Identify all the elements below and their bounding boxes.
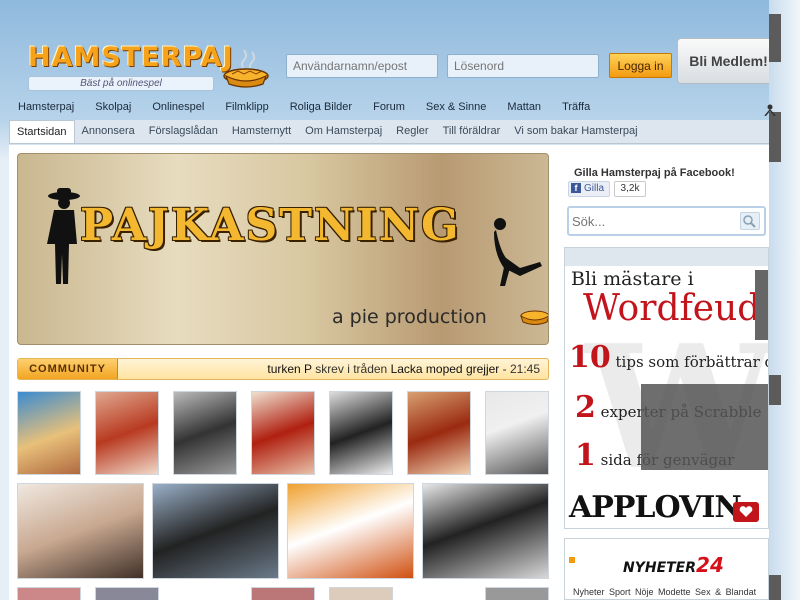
logo-text: HAMSTERPAJ — [28, 42, 234, 73]
ticker-thread[interactable]: Lacka moped grejjer — [391, 362, 500, 376]
pinup-silhouette-icon — [494, 218, 542, 286]
avatar[interactable] — [173, 391, 237, 475]
avatar[interactable] — [329, 391, 393, 475]
ad-line-2: Wordfeud — [583, 288, 761, 329]
pie-icon — [223, 49, 269, 88]
avatar[interactable] — [17, 587, 81, 600]
avatar[interactable] — [95, 391, 159, 475]
scroll-marker — [769, 112, 781, 162]
avatar[interactable] — [251, 587, 315, 600]
ad-brand: APPLOVIN — [569, 490, 742, 525]
wordfeud-ad[interactable]: W Bli mästare i Wordfeud 10 tips som för… — [564, 247, 769, 529]
news-logo-prefix: NYHETER — [623, 560, 697, 576]
avatar[interactable] — [485, 391, 549, 475]
ad-topbar — [565, 248, 768, 266]
sidebar: Gilla Hamsterpaj på Facebook! f Gilla 3,2… — [564, 145, 769, 600]
avatar[interactable] — [329, 587, 393, 600]
avatar[interactable] — [485, 587, 549, 600]
heart-icon — [733, 502, 759, 522]
scroll-marker — [769, 375, 781, 405]
nyheter24-widget[interactable]: NYHETER24 Nyheter Sport Nöje Modette Sex… — [564, 538, 769, 600]
ticker-time: - 21:45 — [502, 362, 540, 376]
avatar[interactable] — [17, 391, 81, 475]
community-label: COMMUNITY — [18, 359, 118, 379]
tab-forslagsladan[interactable]: Förslagslådan — [142, 120, 225, 143]
nav-item-forum[interactable]: Forum — [373, 96, 405, 118]
nav-item-sex-sinne[interactable]: Sex & Sinne — [426, 96, 487, 118]
main-nav: Hamsterpaj Skolpaj Onlinespel Filmklipp … — [0, 96, 800, 118]
search-box — [567, 206, 766, 236]
ad-line-1: Bli mästare i — [571, 268, 694, 290]
person-icon — [764, 104, 776, 116]
username-input[interactable] — [286, 54, 438, 78]
promo-banner[interactable]: PAJKASTNING a pie production — [17, 153, 549, 345]
search-icon — [743, 215, 756, 228]
top-header: HAMSTERPAJ Bäst på onlinespel Logga in B… — [0, 0, 800, 95]
avatar[interactable] — [407, 391, 471, 475]
main-content: PAJKASTNING a pie production COMMUNITY t… — [9, 145, 769, 600]
nav-item-traffa[interactable]: Träffa — [562, 96, 590, 118]
banner-title: PAJKASTNING — [80, 200, 461, 251]
avatar[interactable] — [95, 587, 159, 600]
community-ticker: turken P skrev i tråden Lacka moped grej… — [267, 359, 540, 379]
facebook-like-button[interactable]: f Gilla — [568, 181, 610, 197]
tab-regler[interactable]: Regler — [389, 120, 435, 143]
search-input[interactable] — [572, 211, 737, 231]
tab-vi-som-bakar[interactable]: Vi som bakar Hamsterpaj — [507, 120, 644, 143]
password-input[interactable] — [447, 54, 599, 78]
cowboy-silhouette-icon — [47, 188, 80, 284]
nav-item-skolpaj[interactable]: Skolpaj — [95, 96, 131, 118]
logo-tagline: Bäst på onlinespel — [28, 76, 214, 91]
facebook-like-count: 3,2k — [614, 181, 646, 197]
nyheter24-logo: NYHETER24 — [623, 553, 724, 577]
facebook-title: Gilla Hamsterpaj på Facebook! — [574, 167, 735, 179]
site-logo[interactable]: HAMSTERPAJ Bäst på onlinespel — [28, 42, 233, 92]
ad-number-1: 1 — [575, 438, 596, 473]
facebook-icon: f — [571, 183, 581, 193]
nav-item-roliga-bilder[interactable]: Roliga Bilder — [290, 96, 352, 118]
nav-item-onlinespel[interactable]: Onlinespel — [152, 96, 204, 118]
pie-icon — [520, 310, 548, 325]
ad-line-3: tips som förbättrar dig — [615, 353, 768, 371]
tab-hamsternytt[interactable]: Hamsternytt — [225, 120, 298, 143]
ticker-user[interactable]: turken P — [267, 362, 311, 376]
news-tabs[interactable]: Nyheter Sport Nöje Modette Sex & Blandat — [573, 587, 756, 597]
tab-startsidan[interactable]: Startsidan — [9, 120, 75, 143]
news-logo-number: 24 — [696, 553, 724, 577]
sub-nav: Startsidan Annonsera Förslagslådan Hamst… — [9, 120, 769, 144]
avatar[interactable] — [152, 483, 279, 579]
avatar[interactable] — [17, 483, 144, 579]
avatar[interactable] — [287, 483, 414, 579]
login-button[interactable]: Logga in — [609, 53, 672, 78]
ad-overlay — [641, 384, 768, 470]
nav-item-filmklipp[interactable]: Filmklipp — [225, 96, 268, 118]
banner-subtitle: a pie production — [332, 306, 487, 328]
search-button[interactable] — [740, 212, 760, 230]
tab-annonsera[interactable]: Annonsera — [75, 120, 142, 143]
facebook-like-label: Gilla — [584, 183, 605, 194]
tab-till-foraldrar[interactable]: Till föräldrar — [436, 120, 508, 143]
become-member-button[interactable]: Bli Medlem! — [677, 38, 780, 84]
right-edge-scroll — [764, 0, 800, 600]
tab-om-hamsterpaj[interactable]: Om Hamsterpaj — [298, 120, 389, 143]
ticker-action: skrev i tråden — [315, 362, 388, 376]
nav-item-mattan[interactable]: Mattan — [507, 96, 541, 118]
ad-number-10: 10 — [569, 340, 611, 375]
nav-item-hamsterpaj[interactable]: Hamsterpaj — [18, 96, 74, 118]
community-ticker-bar: COMMUNITY turken P skrev i tråden Lacka … — [17, 358, 549, 380]
scroll-marker — [769, 14, 781, 62]
avatar[interactable] — [422, 483, 549, 579]
avatar[interactable] — [251, 391, 315, 475]
ad-overlay-edge — [755, 270, 768, 340]
widget-bullet-icon — [569, 557, 575, 563]
ad-number-2: 2 — [575, 390, 596, 425]
scroll-marker — [769, 575, 781, 600]
